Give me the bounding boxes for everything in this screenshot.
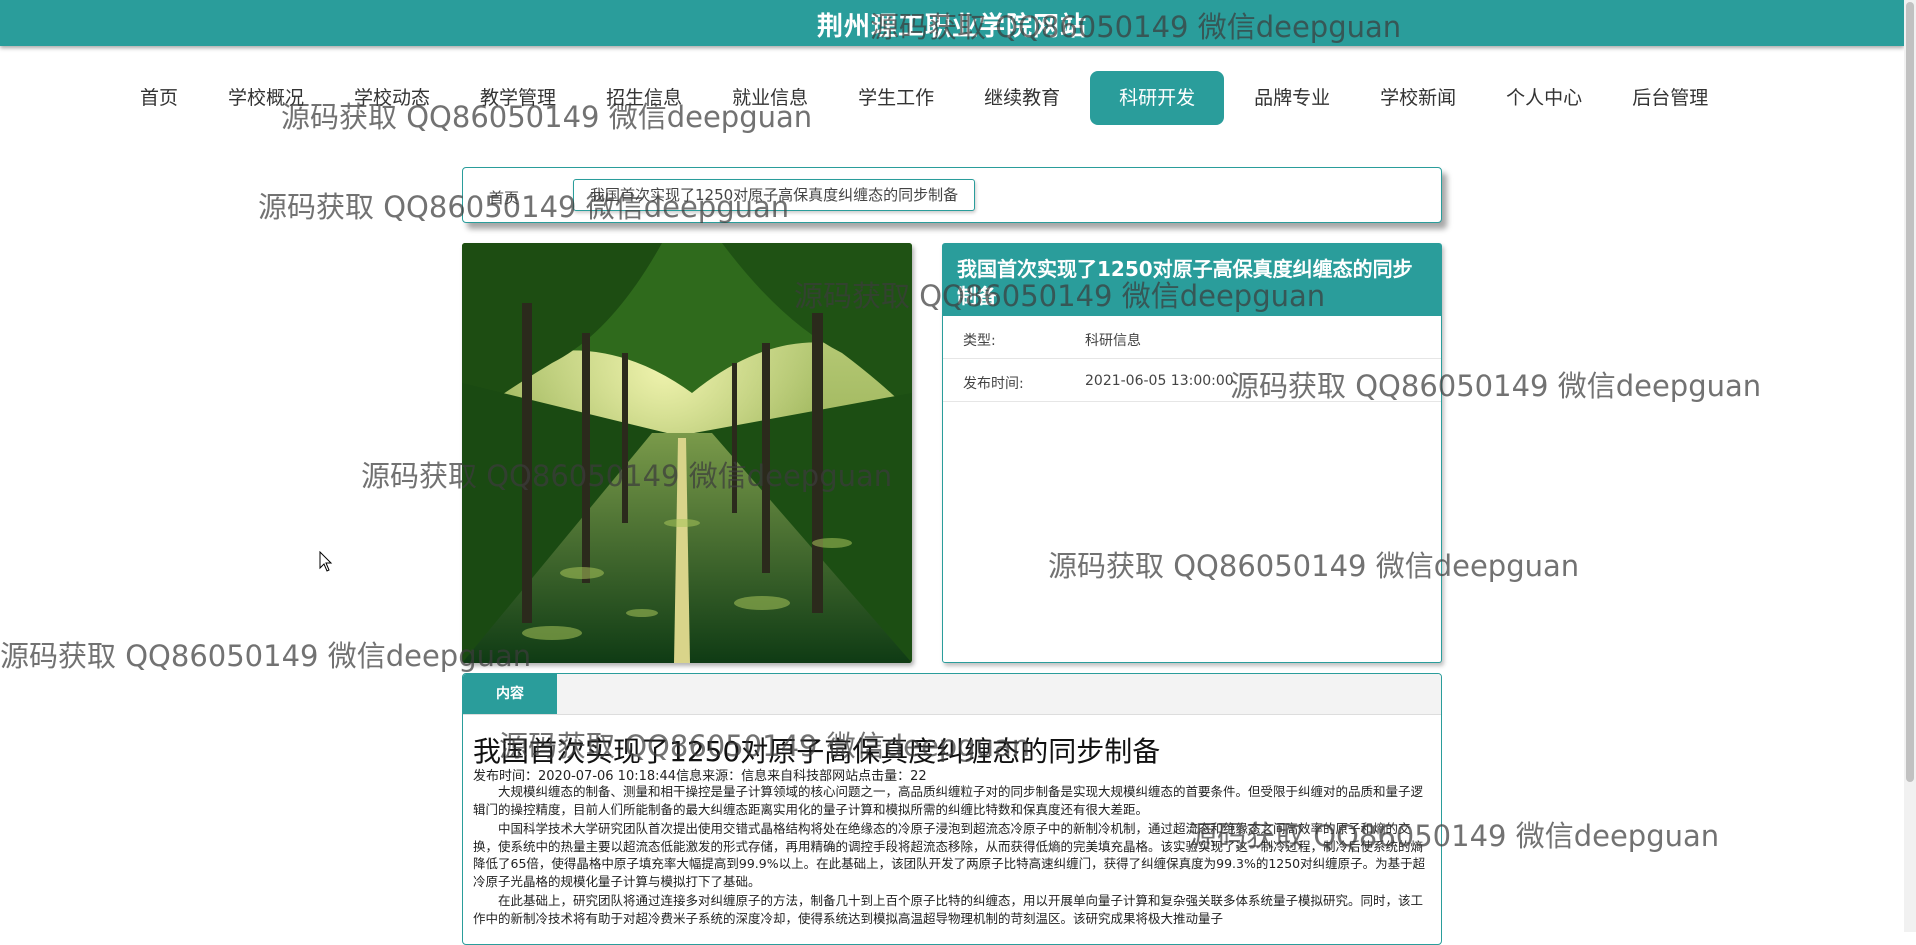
article-paragraph: 中国科学技术大学研究团队首次提出使用交错式晶格结构将处在绝缘态的冷原子浸泡到超流…	[473, 821, 1426, 889]
nav-item-home[interactable]: 首页	[120, 71, 198, 125]
nav-item-continuing-education[interactable]: 继续教育	[964, 71, 1080, 125]
nav-item-student-work[interactable]: 学生工作	[838, 71, 954, 125]
detail-type-row: 类型: 科研信息	[943, 316, 1441, 359]
detail-type-value: 科研信息	[1085, 333, 1141, 349]
nav-item-school-overview[interactable]: 学校概况	[208, 71, 324, 125]
article-body: 大规模纠缠态的制备、测量和相干操控是量子计算领域的核心问题之一，高品质纠缠粒子对…	[473, 783, 1433, 929]
main-navigation: 首页 学校概况 学校动态 教学管理 招生信息 就业信息 学生工作 继续教育 科研…	[120, 70, 1738, 126]
vertical-scrollbar[interactable]	[1904, 0, 1916, 932]
breadcrumb-current: 我国首次实现了1250对原子高保真度纠缠态的同步制备	[573, 179, 976, 211]
tab-content[interactable]: 内容	[463, 674, 557, 714]
breadcrumb: 首页 我国首次实现了1250对原子高保真度纠缠态的同步制备	[462, 167, 1442, 223]
article-photo	[462, 243, 912, 663]
detail-time-label: 发布时间:	[963, 376, 1024, 392]
nav-item-teaching[interactable]: 教学管理	[460, 71, 576, 125]
nav-item-admissions[interactable]: 招生信息	[586, 71, 702, 125]
scrollbar-thumb[interactable]	[1906, 2, 1914, 782]
article-paragraph: 在此基础上，研究团队将通过连接多对纠缠原子的方法，制备几十到上百个原子比特的纠缠…	[473, 893, 1424, 926]
detail-type-label: 类型:	[963, 333, 996, 349]
nav-item-admin[interactable]: 后台管理	[1612, 71, 1728, 125]
nav-item-personal-center[interactable]: 个人中心	[1486, 71, 1602, 125]
top-header-bar: 荆州理工职业学院网站	[0, 0, 1904, 46]
article-title: 我国首次实现了1250对原子高保真度纠缠态的同步制备	[473, 735, 1161, 768]
nav-item-brand-majors[interactable]: 品牌专业	[1234, 71, 1350, 125]
nav-item-employment[interactable]: 就业信息	[712, 71, 828, 125]
detail-time-value: 2021-06-05 13:00:00	[1085, 373, 1234, 389]
breadcrumb-home-link[interactable]: 首页	[489, 187, 519, 208]
detail-info-panel: 我国首次实现了1250对原子高保真度纠缠态的同步制备 类型: 科研信息 发布时间…	[942, 243, 1442, 663]
article-meta: 发布时间：2020-07-06 10:18:44信息来源：信息来自科技部网站点击…	[473, 769, 927, 784]
site-title: 荆州理工职业学院网站	[816, 12, 1087, 42]
content-tab-strip: 内容	[463, 674, 1441, 715]
nav-item-research[interactable]: 科研开发	[1090, 71, 1225, 125]
watermark-text: 源码获取 QQ86050149 微信deepguan	[0, 639, 532, 673]
mouse-cursor-icon	[319, 551, 333, 572]
article-paragraph: 大规模纠缠态的制备、测量和相干操控是量子计算领域的核心问题之一，高品质纠缠粒子对…	[473, 784, 1424, 817]
detail-title: 我国首次实现了1250对原子高保真度纠缠态的同步制备	[943, 244, 1441, 316]
detail-time-row: 发布时间: 2021-06-05 13:00:00	[943, 359, 1441, 402]
nav-item-school-news[interactable]: 学校新闻	[1360, 71, 1476, 125]
nav-item-school-news-feed[interactable]: 学校动态	[334, 71, 450, 125]
content-section: 内容 我国首次实现了1250对原子高保真度纠缠态的同步制备 发布时间：2020-…	[462, 673, 1442, 945]
